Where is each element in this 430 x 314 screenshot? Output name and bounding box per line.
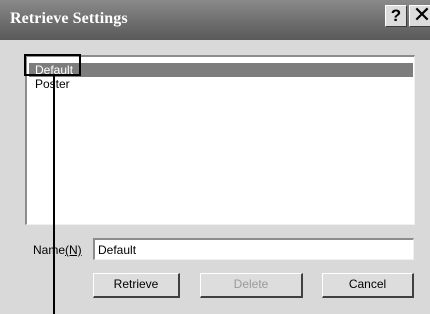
retrieve-button[interactable]: Retrieve <box>93 273 180 298</box>
delete-button: Delete <box>200 273 303 298</box>
name-field-label: Name(N) <box>33 243 82 257</box>
settings-list[interactable]: Default Poster <box>25 55 415 225</box>
dialog-title: Retrieve Settings <box>10 10 128 27</box>
name-label-accelerator: (N) <box>65 243 82 257</box>
annotation-callout-box <box>24 54 81 76</box>
close-button[interactable]: ✕ <box>409 4 430 27</box>
name-label-text: Name <box>33 243 66 257</box>
list-item-default[interactable]: Default <box>29 63 413 77</box>
list-item-poster[interactable]: Poster <box>29 77 413 91</box>
annotation-callout-line <box>53 76 55 314</box>
cancel-button[interactable]: Cancel <box>322 273 414 298</box>
name-input[interactable] <box>93 238 414 260</box>
retrieve-settings-dialog: Retrieve Settings ? ✕ Default Poster Nam… <box>0 0 430 314</box>
help-button[interactable]: ? <box>385 5 407 27</box>
title-bar[interactable]: Retrieve Settings ? ✕ <box>0 0 430 40</box>
